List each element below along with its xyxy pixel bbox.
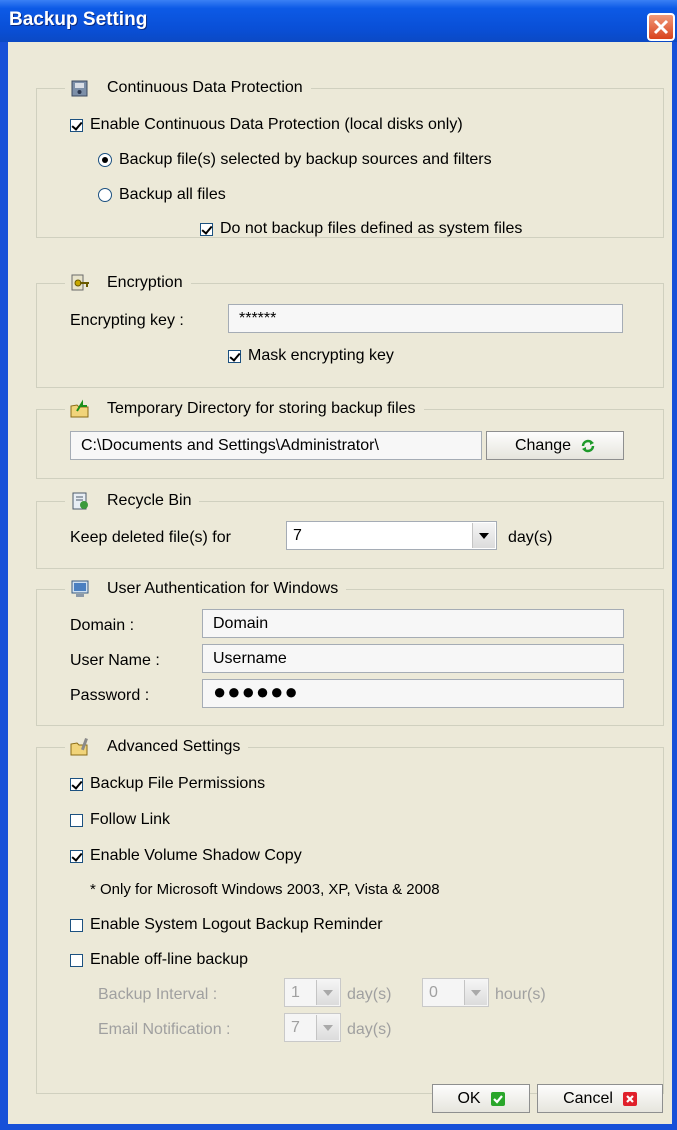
file-permissions-label[interactable]: Backup File Permissions [90, 775, 265, 793]
encryption-group: Encryption Encrypting key : ****** Mask … [36, 269, 664, 388]
recycle-bin-legend: Recycle Bin [65, 487, 200, 515]
interval-hours-unit: hour(s) [495, 986, 546, 1003]
radio-selected-row[interactable]: Backup file(s) selected by backup source… [98, 151, 492, 169]
vss-label[interactable]: Enable Volume Shadow Copy [90, 847, 302, 865]
cancel-button[interactable]: Cancel [537, 1084, 663, 1113]
dialog-body: Continuous Data Protection Enable Contin… [8, 42, 672, 1124]
radio-backup-all-label[interactable]: Backup all files [119, 186, 226, 204]
user-auth-legend: User Authentication for Windows [65, 575, 347, 603]
keep-days-unit: day(s) [508, 529, 553, 546]
email-notification-label: Email Notification : [98, 1021, 231, 1038]
file-permissions-row[interactable]: Backup File Permissions [70, 775, 265, 793]
interval-hours-value: 0 [429, 984, 438, 1001]
dropdown-arrow-icon[interactable] [316, 1015, 339, 1040]
mask-key-checkbox[interactable] [228, 349, 241, 363]
interval-days-unit: day(s) [347, 986, 392, 1003]
temp-dir-path-input[interactable]: C:\Documents and Settings\Administrator\ [70, 431, 482, 460]
change-label: Change [514, 436, 572, 454]
interval-days-dropdown[interactable]: 1 [284, 978, 341, 1007]
cdp-legend: Continuous Data Protection [65, 74, 311, 102]
keep-deleted-label: Keep deleted file(s) for [70, 529, 231, 546]
ok-button[interactable]: OK [432, 1084, 530, 1113]
username-input[interactable]: Username [202, 644, 624, 673]
logout-reminder-row[interactable]: Enable System Logout Backup Reminder [70, 916, 383, 934]
backup-interval-label: Backup Interval : [98, 986, 218, 1003]
advanced-legend: Advanced Settings [65, 733, 249, 761]
email-days-unit: day(s) [347, 1021, 392, 1038]
radio-all-row[interactable]: Backup all files [98, 186, 226, 204]
no-system-files-label[interactable]: Do not backup files defined as system fi… [220, 220, 522, 238]
backup-setting-window: Backup Setting Continuous Data Protectio… [0, 0, 677, 1130]
radio-backup-selected[interactable] [98, 153, 112, 167]
offline-backup-checkbox[interactable] [70, 953, 83, 967]
follow-link-checkbox[interactable] [70, 813, 83, 827]
user-auth-group: User Authentication for Windows Domain :… [36, 575, 664, 726]
ok-label: OK [457, 1089, 481, 1107]
follow-link-row[interactable]: Follow Link [70, 811, 170, 829]
refresh-icon [581, 439, 595, 452]
dropdown-arrow-icon[interactable] [472, 523, 495, 548]
encrypting-key-label: Encrypting key : [70, 312, 184, 329]
logout-reminder-label[interactable]: Enable System Logout Backup Reminder [90, 916, 383, 934]
cdp-group: Continuous Data Protection Enable Contin… [36, 74, 664, 238]
mask-key-row[interactable]: Mask encrypting key [228, 347, 394, 365]
logout-reminder-checkbox[interactable] [70, 918, 83, 932]
enable-cdp-checkbox[interactable] [70, 118, 83, 132]
username-label: User Name : [70, 652, 160, 669]
keep-days-dropdown[interactable]: 7 [286, 521, 497, 550]
close-icon [653, 19, 669, 35]
temp-dir-legend: Temporary Directory for storing backup f… [65, 395, 424, 423]
enable-cdp-label[interactable]: Enable Continuous Data Protection (local… [90, 116, 463, 134]
advanced-settings-group: Advanced Settings Backup File Permission… [36, 733, 664, 1094]
title-bar[interactable]: Backup Setting [0, 0, 677, 42]
mask-key-label[interactable]: Mask encrypting key [248, 347, 394, 365]
cancel-icon [622, 1091, 637, 1106]
encryption-legend: Encryption [65, 269, 191, 297]
no-system-files-row[interactable]: Do not backup files defined as system fi… [200, 220, 522, 238]
domain-input[interactable]: Domain [202, 609, 624, 638]
check-icon [490, 1091, 505, 1106]
folder-arrow-icon [70, 399, 89, 418]
folder-tools-icon [70, 738, 88, 756]
key-icon [71, 274, 89, 291]
dropdown-arrow-icon[interactable] [464, 980, 487, 1005]
window-title: Backup Setting [9, 9, 148, 30]
interval-days-value: 1 [291, 984, 300, 1001]
enable-cdp-checkbox-row[interactable]: Enable Continuous Data Protection (local… [70, 116, 463, 134]
password-input[interactable]: ●●●●●● [202, 679, 624, 708]
email-days-dropdown[interactable]: 7 [284, 1013, 341, 1042]
dropdown-arrow-icon[interactable] [316, 980, 339, 1005]
password-label: Password : [70, 687, 150, 704]
file-permissions-checkbox[interactable] [70, 777, 83, 791]
vss-note: * Only for Microsoft Windows 2003, XP, V… [90, 881, 440, 898]
offline-backup-label[interactable]: Enable off-line backup [90, 951, 248, 969]
domain-label: Domain : [70, 617, 135, 634]
offline-backup-row[interactable]: Enable off-line backup [70, 951, 248, 969]
interval-hours-dropdown[interactable]: 0 [422, 978, 489, 1007]
temp-dir-legend-label: Temporary Directory for storing backup f… [107, 400, 416, 417]
keep-days-value: 7 [293, 527, 302, 544]
close-button[interactable] [647, 13, 675, 41]
recycle-bin-legend-label: Recycle Bin [107, 492, 192, 509]
temp-dir-group: Temporary Directory for storing backup f… [36, 395, 664, 479]
radio-backup-selected-label[interactable]: Backup file(s) selected by backup source… [119, 151, 492, 169]
email-days-value: 7 [291, 1019, 300, 1036]
vss-checkbox[interactable] [70, 849, 83, 863]
follow-link-label[interactable]: Follow Link [90, 811, 170, 829]
radio-backup-all[interactable] [98, 188, 112, 202]
recycle-bin-icon [72, 492, 88, 510]
cancel-label: Cancel [563, 1089, 613, 1107]
disk-protect-icon [71, 80, 88, 97]
cdp-legend-label: Continuous Data Protection [107, 79, 303, 96]
advanced-legend-label: Advanced Settings [107, 738, 241, 755]
user-auth-legend-label: User Authentication for Windows [107, 580, 339, 597]
vss-row[interactable]: Enable Volume Shadow Copy [70, 847, 302, 865]
recycle-bin-group: Recycle Bin Keep deleted file(s) for 7 d… [36, 487, 664, 569]
encryption-legend-label: Encryption [107, 274, 183, 291]
computer-user-icon [71, 580, 89, 597]
encrypting-key-input[interactable]: ****** [228, 304, 623, 333]
change-dir-button[interactable]: Change [486, 431, 624, 460]
no-system-files-checkbox[interactable] [200, 222, 213, 236]
